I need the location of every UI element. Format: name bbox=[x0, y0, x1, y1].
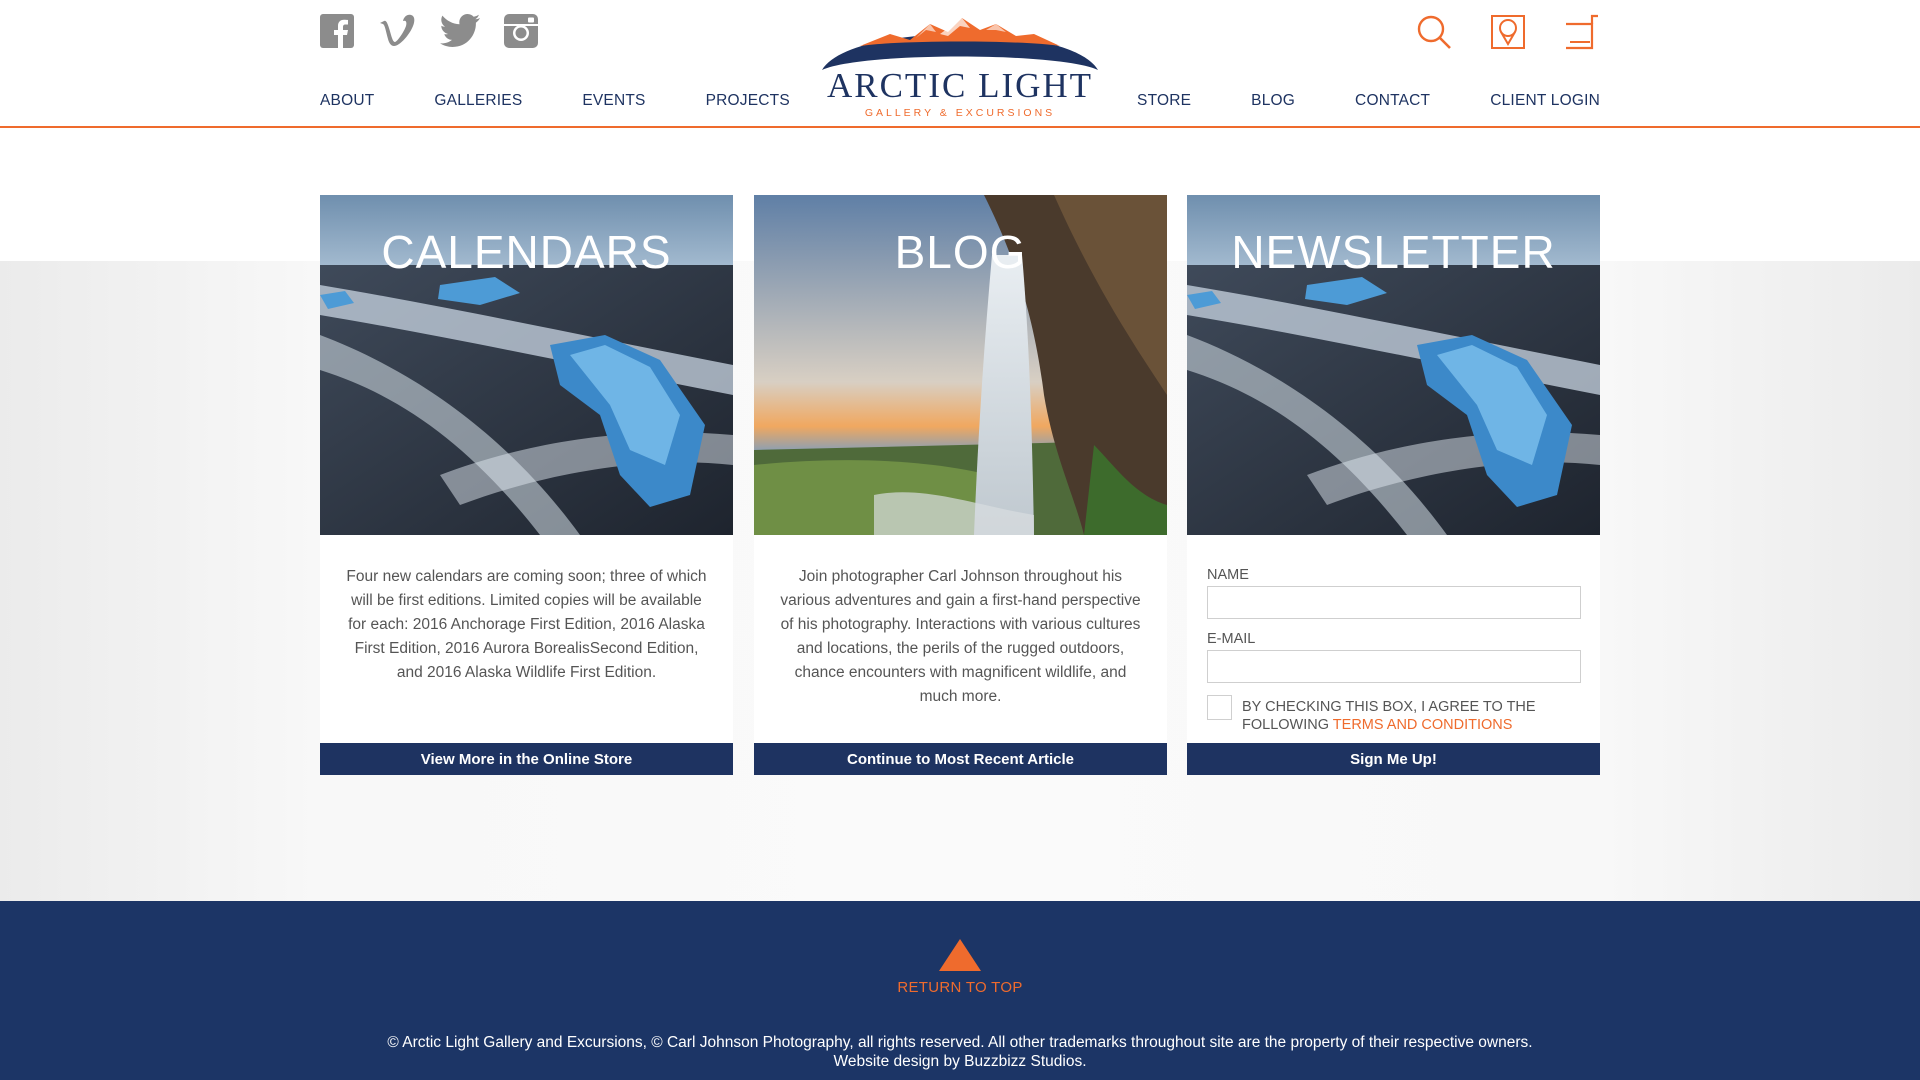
blog-title: BLOG bbox=[894, 226, 1027, 278]
newsletter-card: NEWSLETTER NAME E-MAIL BY CHECKING THIS … bbox=[1187, 195, 1600, 775]
calendars-card: CALENDARS Four new calendars are coming … bbox=[320, 195, 733, 775]
name-input[interactable] bbox=[1207, 586, 1581, 619]
blog-body: Join photographer Carl Johnson throughou… bbox=[754, 535, 1167, 743]
twitter-icon[interactable] bbox=[440, 14, 480, 48]
map-icon[interactable] bbox=[1490, 14, 1526, 50]
copyright: © Arctic Light Gallery and Excursions, ©… bbox=[0, 1033, 1920, 1071]
agree-checkbox[interactable] bbox=[1207, 695, 1232, 720]
newsletter-title: NEWSLETTER bbox=[1231, 226, 1556, 278]
nav-about[interactable]: ABOUT bbox=[320, 92, 374, 110]
copyright-line-1: © Arctic Light Gallery and Excursions, ©… bbox=[387, 1034, 1533, 1051]
utility-icons bbox=[1416, 14, 1600, 50]
continue-article-button[interactable]: Continue to Most Recent Article bbox=[754, 743, 1167, 775]
nav-galleries[interactable]: GALLERIES bbox=[434, 92, 522, 110]
main-nav-left: ABOUT GALLERIES EVENTS PROJECTS bbox=[320, 92, 790, 110]
blog-photo: BLOG bbox=[754, 195, 1167, 535]
facebook-icon[interactable] bbox=[320, 14, 354, 48]
cart-icon[interactable] bbox=[1564, 14, 1600, 50]
newsletter-photo: NEWSLETTER bbox=[1187, 195, 1600, 535]
calendars-body: Four new calendars are coming soon; thre… bbox=[320, 535, 733, 743]
nav-client-login[interactable]: CLIENT LOGIN bbox=[1490, 92, 1600, 110]
newsletter-body: NAME E-MAIL BY CHECKING THIS BOX, I AGRE… bbox=[1187, 535, 1600, 743]
blog-card: BLOG Join photographer Carl Johnson thro… bbox=[754, 195, 1167, 775]
social-links bbox=[320, 14, 538, 48]
mountain-logo-icon bbox=[822, 18, 1098, 70]
nav-projects[interactable]: PROJECTS bbox=[706, 92, 790, 110]
nav-contact[interactable]: CONTACT bbox=[1355, 92, 1430, 110]
logo-title: ARCTIC LIGHT bbox=[826, 66, 1094, 105]
email-label: E-MAIL bbox=[1207, 631, 1256, 647]
nav-store[interactable]: STORE bbox=[1137, 92, 1191, 110]
name-label: NAME bbox=[1207, 567, 1249, 583]
site-logo[interactable]: ARCTIC LIGHT GALLERY & EXCURSIONS bbox=[820, 12, 1100, 119]
terms-link[interactable]: TERMS AND CONDITIONS bbox=[1333, 717, 1513, 733]
instagram-icon[interactable] bbox=[504, 14, 538, 48]
return-to-top[interactable]: RETURN TO TOP bbox=[0, 939, 1920, 996]
calendars-photo: CALENDARS bbox=[320, 195, 733, 535]
sign-up-button[interactable]: Sign Me Up! bbox=[1187, 743, 1600, 775]
newsletter-form: NAME E-MAIL BY CHECKING THIS BOX, I AGRE… bbox=[1187, 535, 1600, 734]
calendars-title: CALENDARS bbox=[381, 226, 672, 278]
nav-blog[interactable]: BLOG bbox=[1251, 92, 1295, 110]
up-arrow-icon[interactable] bbox=[939, 939, 981, 971]
nav-events[interactable]: EVENTS bbox=[582, 92, 645, 110]
calendars-description: Four new calendars are coming soon; thre… bbox=[346, 568, 707, 681]
copyright-line-2: Website design by Buzzbizz Studios. bbox=[833, 1053, 1087, 1070]
blog-description: Join photographer Carl Johnson throughou… bbox=[780, 568, 1141, 705]
search-icon[interactable] bbox=[1416, 14, 1452, 50]
site-footer: RETURN TO TOP © Arctic Light Gallery and… bbox=[0, 901, 1920, 1080]
logo-subtitle: GALLERY & EXCURSIONS bbox=[864, 107, 1056, 119]
email-input[interactable] bbox=[1207, 650, 1581, 683]
agree-text: BY CHECKING THIS BOX, I AGREE TO THE FOL… bbox=[1242, 698, 1580, 734]
site-header: ARCTIC LIGHT GALLERY & EXCURSIONS ABOUT … bbox=[0, 0, 1920, 128]
main-nav-right: STORE BLOG CONTACT CLIENT LOGIN bbox=[1137, 92, 1600, 110]
terms-agreement: BY CHECKING THIS BOX, I AGREE TO THE FOL… bbox=[1207, 695, 1580, 734]
vimeo-icon[interactable] bbox=[378, 14, 416, 48]
return-to-top-label[interactable]: RETURN TO TOP bbox=[0, 979, 1920, 996]
view-online-store-button[interactable]: View More in the Online Store bbox=[320, 743, 733, 775]
